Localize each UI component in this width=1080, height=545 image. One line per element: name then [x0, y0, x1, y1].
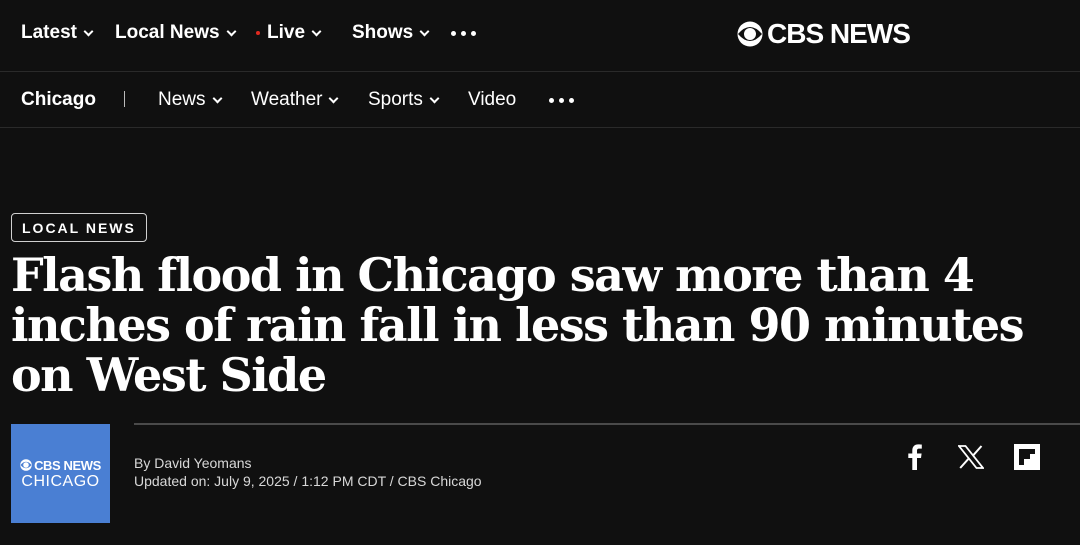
nav-city-chicago[interactable]: Chicago: [21, 89, 96, 111]
chevron-down-icon: [83, 26, 94, 36]
chevron-down-icon: [212, 93, 222, 103]
chevron-down-icon: [419, 26, 430, 36]
avatar-line1: CBS NEWS: [34, 457, 101, 473]
x-icon[interactable]: [957, 441, 985, 473]
byline-author: By David Yeomans: [134, 455, 252, 471]
sub-nav: Chicago News Weather Sports Video: [0, 73, 1080, 128]
chevron-down-icon: [429, 93, 440, 103]
nav-sports[interactable]: Sports: [368, 89, 440, 111]
nav-weather[interactable]: Weather: [251, 89, 339, 111]
chevron-down-icon: [329, 93, 339, 103]
top-nav: Latest Local News Live Shows CBS NEWS: [0, 0, 1080, 72]
nav-separator: [124, 91, 125, 107]
nav-live[interactable]: Live: [256, 22, 322, 44]
chevron-down-icon: [226, 26, 236, 36]
category-badge[interactable]: LOCAL NEWS: [11, 213, 147, 242]
byline-block: By David Yeomans Updated on: July 9, 202…: [134, 454, 482, 490]
nav-video[interactable]: Video: [468, 89, 516, 111]
logo-text: CBS NEWS: [767, 18, 911, 49]
nav-weather-label: Weather: [251, 89, 323, 110]
nav-news-label: News: [158, 89, 206, 110]
cbs-news-logo[interactable]: CBS NEWS: [737, 18, 911, 50]
more-dots-icon[interactable]: [549, 98, 574, 103]
chevron-down-icon: [311, 26, 322, 36]
nav-news[interactable]: News: [158, 89, 222, 111]
nav-shows[interactable]: Shows: [352, 22, 430, 44]
nav-live-label: Live: [267, 22, 306, 43]
facebook-icon[interactable]: [904, 441, 926, 473]
cbs-eye-icon: [20, 459, 32, 471]
byline-updated: Updated on: July 9, 2025 / 1:12 PM CDT /…: [134, 473, 482, 489]
author-avatar[interactable]: CBS NEWS CHICAGO: [11, 424, 110, 523]
nav-video-label: Video: [468, 89, 517, 110]
nav-sports-label: Sports: [368, 89, 423, 110]
more-dots-icon[interactable]: [451, 31, 476, 36]
article-headline: Flash flood in Chicago saw more than 4 i…: [11, 248, 1025, 402]
flipboard-icon[interactable]: [1013, 441, 1041, 473]
live-dot-icon: [256, 31, 260, 35]
nav-shows-label: Shows: [352, 22, 414, 43]
avatar-line2: CHICAGO: [21, 472, 100, 490]
divider: [134, 423, 1080, 425]
cbs-eye-icon: [737, 21, 763, 47]
nav-local-news-label: Local News: [115, 22, 220, 43]
avatar-logo-line: CBS NEWS: [20, 458, 101, 473]
nav-latest-label: Latest: [21, 22, 77, 43]
nav-local-news[interactable]: Local News: [115, 22, 236, 44]
nav-latest[interactable]: Latest: [21, 22, 94, 44]
